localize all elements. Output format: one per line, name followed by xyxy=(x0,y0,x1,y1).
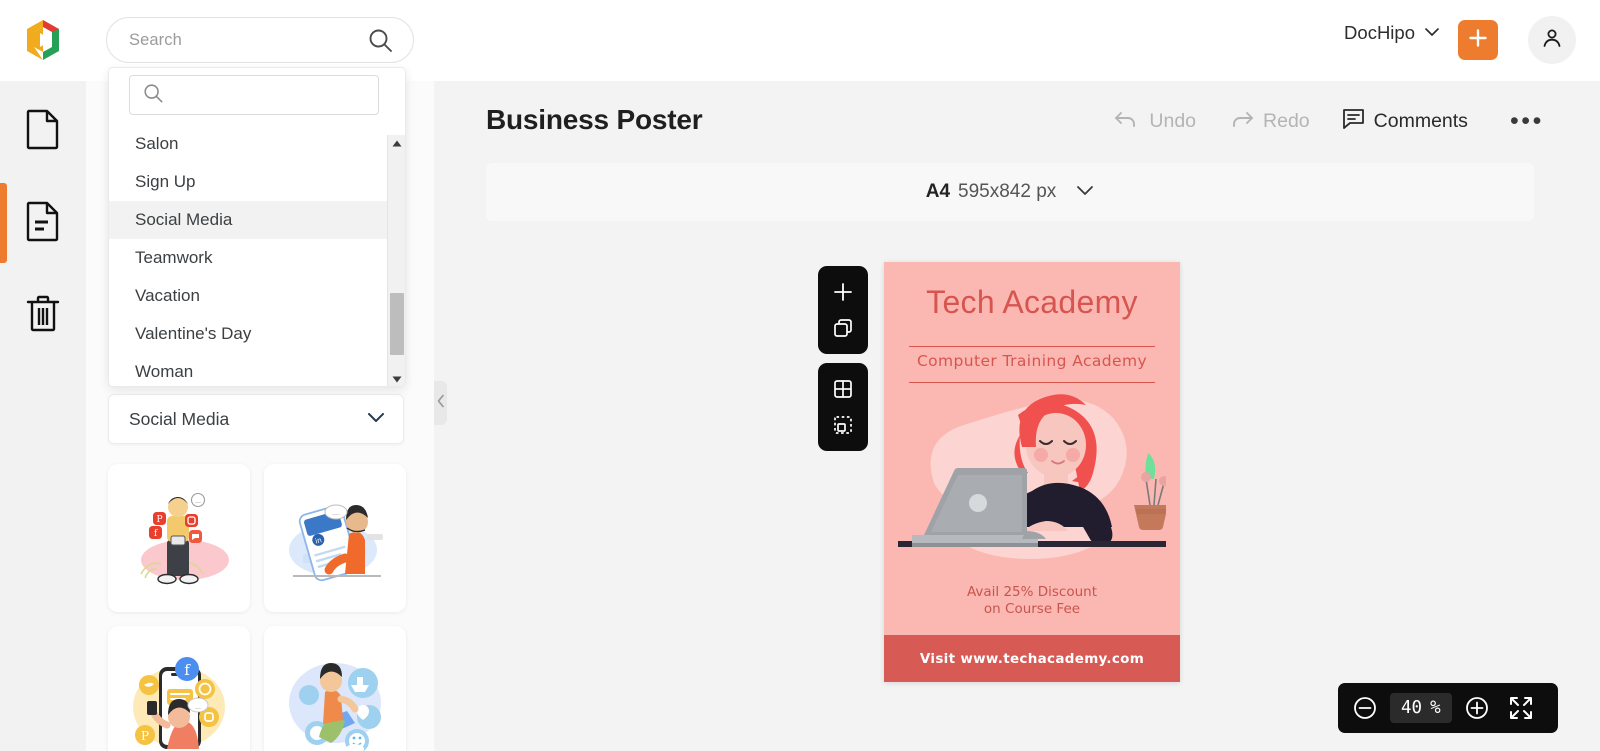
template-thumbnail-grid: P f ... in .... f P ... xyxy=(108,464,418,751)
page-size-dimensions: 595x842 px xyxy=(958,181,1057,202)
editor-canvas-area: Business Poster Undo Redo Comments ••• A… xyxy=(434,81,1600,751)
page-text-icon xyxy=(24,200,62,247)
plus-icon xyxy=(1467,27,1489,54)
dropdown-scrollbar-thumb[interactable] xyxy=(390,293,404,355)
zoom-level-value[interactable]: 40 % xyxy=(1390,693,1452,723)
caret-up-icon[interactable] xyxy=(388,135,405,152)
page-size-name: A4 xyxy=(925,181,951,202)
dropdown-search-input[interactable] xyxy=(129,75,379,115)
svg-text:....: .... xyxy=(332,510,340,517)
poster-canvas[interactable]: Tech Academy Computer Training Academy A… xyxy=(884,262,1180,682)
poster-offer-text: Avail 25% Discount on Course Fee xyxy=(884,584,1180,618)
dropdown-option-salon[interactable]: Salon xyxy=(109,125,389,163)
undo-label: Undo xyxy=(1149,110,1197,132)
trash-icon xyxy=(23,292,63,339)
template-thumbnail[interactable] xyxy=(264,626,406,751)
poster-title: Tech Academy xyxy=(926,284,1138,320)
caret-down-icon[interactable] xyxy=(388,371,405,386)
category-select[interactable]: Social Media xyxy=(108,394,404,444)
chevron-left-icon xyxy=(437,394,445,413)
chevron-down-icon xyxy=(1424,24,1440,42)
svg-text:...: ... xyxy=(195,498,201,505)
search-placeholder: Search xyxy=(129,30,182,49)
undo-arrow-icon xyxy=(1114,108,1140,136)
account-menu[interactable]: DocHipo xyxy=(1344,22,1440,44)
dropdown-option-woman[interactable]: Woman xyxy=(109,353,389,386)
account-name: DocHipo xyxy=(1344,22,1415,43)
sidebar-item-blank-page[interactable] xyxy=(0,89,86,173)
page-blank-icon xyxy=(24,108,62,155)
poster-offer-line2: on Course Fee xyxy=(983,601,1081,617)
woman-at-laptop-illustration xyxy=(898,387,1169,577)
zoom-control-bar: 40 % xyxy=(1338,683,1558,733)
dropdown-option-social-media[interactable]: Social Media xyxy=(109,201,389,239)
poster-divider-top xyxy=(909,346,1155,347)
zoom-number: 40 xyxy=(1401,698,1423,718)
plus-icon[interactable] xyxy=(832,281,854,303)
redo-label: Redo xyxy=(1263,110,1310,132)
dropdown-option-vacation[interactable]: Vacation xyxy=(109,277,389,315)
sidebar-item-text-page[interactable] xyxy=(0,181,86,265)
left-icon-rail xyxy=(0,81,86,751)
sidebar-item-delete[interactable] xyxy=(0,273,86,357)
document-actions: Undo Redo Comments ••• xyxy=(1098,107,1548,136)
dropdown-option-valentines-day[interactable]: Valentine's Day xyxy=(109,315,389,353)
svg-text:P: P xyxy=(156,515,162,525)
copy-icon[interactable] xyxy=(832,317,854,339)
zoom-in-icon[interactable] xyxy=(1464,695,1490,721)
create-new-button[interactable] xyxy=(1458,20,1498,60)
dropdown-option-list: Salon Sign Up Social Media Teamwork Vaca… xyxy=(109,125,389,386)
dochipo-editor-window: Search DocHipo Social Media P f ... in .… xyxy=(0,0,1600,751)
undo-button[interactable]: Undo xyxy=(1098,108,1212,136)
dochipo-logo-icon[interactable] xyxy=(21,17,65,63)
panel-collapse-handle[interactable] xyxy=(434,381,447,425)
svg-text:...: ... xyxy=(195,704,201,711)
dropdown-scrollbar[interactable] xyxy=(387,135,405,386)
zoom-out-icon[interactable] xyxy=(1352,695,1378,721)
dropdown-option-sign-up[interactable]: Sign Up xyxy=(109,163,389,201)
document-header: Business Poster Undo Redo Comments ••• xyxy=(434,81,1600,167)
poster-divider-bottom xyxy=(909,382,1155,383)
search-icon[interactable] xyxy=(367,27,394,54)
comments-button[interactable]: Comments xyxy=(1326,107,1484,136)
poster-subtitle: Computer Training Academy xyxy=(916,352,1148,370)
zoom-unit: % xyxy=(1430,698,1441,718)
svg-text:P: P xyxy=(141,729,149,743)
template-thumbnail[interactable]: f P ... xyxy=(108,626,250,751)
chevron-down-icon xyxy=(1076,183,1094,201)
search-icon xyxy=(142,82,164,109)
comments-label: Comments xyxy=(1373,110,1468,132)
chevron-down-icon xyxy=(367,410,385,428)
page-add-toolbar xyxy=(818,266,868,354)
page-title: Business Poster xyxy=(486,104,703,135)
template-thumbnail[interactable]: P f ... xyxy=(108,464,250,612)
poster-footer-url: Visit www.techacademy.com xyxy=(884,635,1180,682)
crop-select-icon[interactable] xyxy=(832,414,854,436)
page-view-toolbar xyxy=(818,363,868,451)
profile-button[interactable] xyxy=(1528,16,1576,64)
page-size-selector[interactable]: A4 595x842 px xyxy=(486,163,1534,221)
grid-icon[interactable] xyxy=(832,378,854,400)
category-select-value: Social Media xyxy=(129,408,230,429)
more-options-button[interactable]: ••• xyxy=(1484,107,1548,136)
comment-bubble-icon xyxy=(1342,107,1365,136)
redo-arrow-icon xyxy=(1228,108,1254,136)
template-thumbnail[interactable]: in .... xyxy=(264,464,406,612)
fit-screen-icon[interactable] xyxy=(1508,695,1534,721)
user-avatar-icon xyxy=(1540,26,1564,55)
redo-button[interactable]: Redo xyxy=(1212,108,1326,136)
dropdown-option-teamwork[interactable]: Teamwork xyxy=(109,239,389,277)
category-dropdown: Salon Sign Up Social Media Teamwork Vaca… xyxy=(108,67,406,387)
global-search-input[interactable]: Search xyxy=(106,17,414,63)
poster-offer-line1: Avail 25% Discount xyxy=(966,584,1098,600)
